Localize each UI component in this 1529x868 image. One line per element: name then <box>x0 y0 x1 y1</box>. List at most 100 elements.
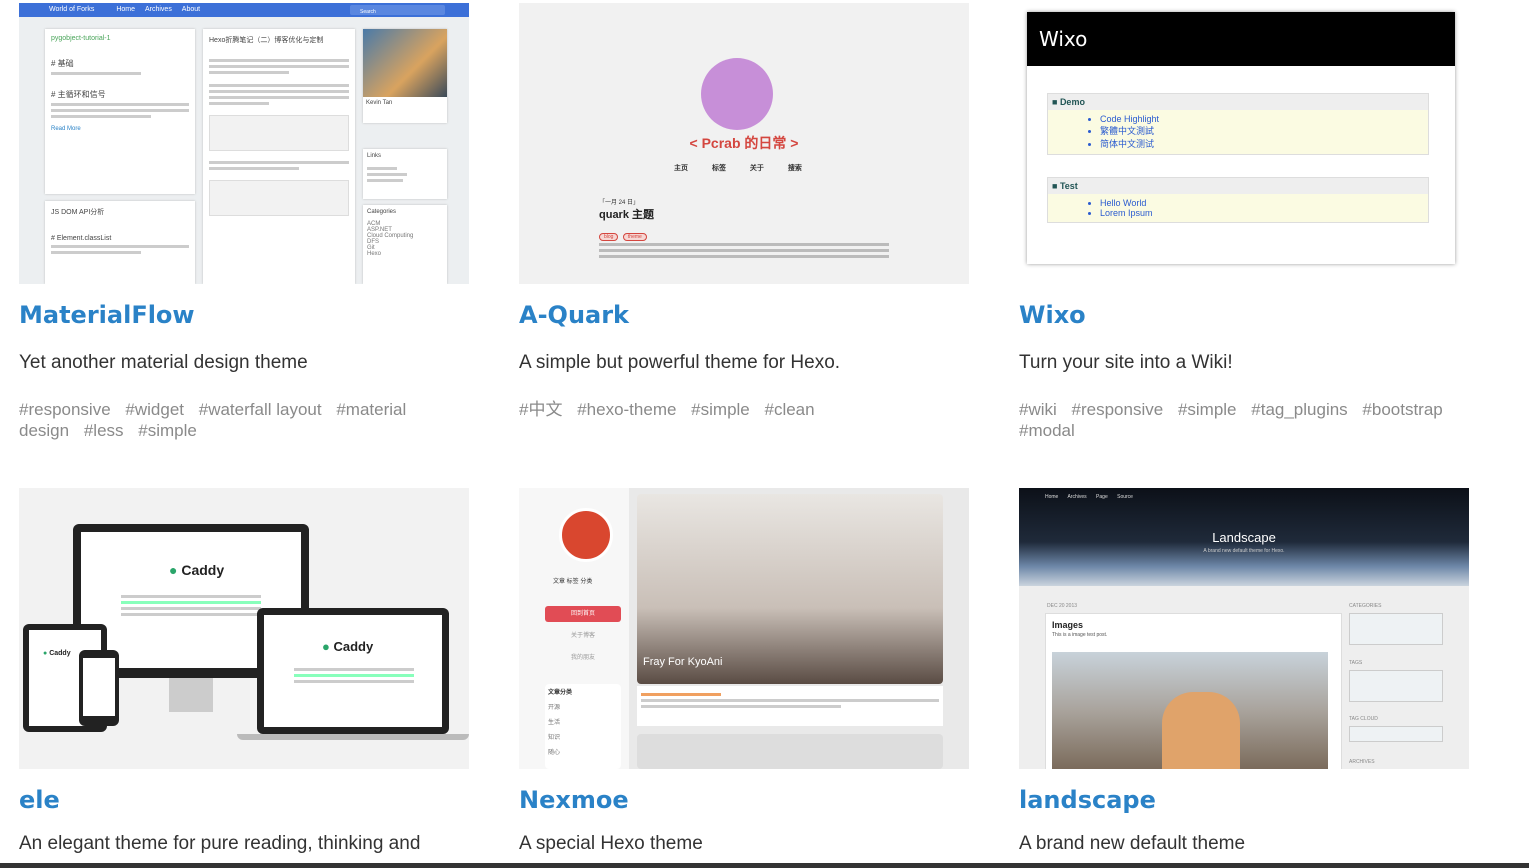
page-bottom-edge <box>0 863 1529 868</box>
theme-title-link[interactable]: landscape <box>1019 786 1156 814</box>
preview-image-caption: Fray For KyoAni <box>643 656 723 668</box>
preview-widget <box>1349 726 1443 742</box>
folder-icon: ■ <box>1052 97 1060 107</box>
theme-preview-image[interactable]: ● Caddy ● Caddy ● Caddy <box>19 488 469 769</box>
preview-post-excerpt <box>637 686 943 726</box>
preview-category-widget: 文章分类 开源 生活 知识 随心 <box>545 684 621 769</box>
tag-link[interactable]: #less <box>84 421 124 440</box>
preview-list-item: Lorem Ipsum <box>1100 208 1428 218</box>
preview-links-widget: Links <box>363 149 447 199</box>
tag-link[interactable]: #hexo-theme <box>577 400 676 419</box>
preview-list-item: Hello World <box>1100 198 1428 208</box>
preview-post-title: JS DOM API分析 <box>51 209 105 216</box>
theme-card-materialflow: World of Forks Home Archives About Searc… <box>19 3 469 440</box>
tag-link[interactable]: #widget <box>125 400 184 419</box>
preview-widget <box>1349 613 1443 645</box>
monitor-stand <box>169 678 213 712</box>
theme-preview-image[interactable]: Home Archives Page Source Landscape A br… <box>1019 488 1469 769</box>
theme-title-link[interactable]: A-Quark <box>519 301 629 329</box>
preview-nav: 主页 标签 关于 搜索 <box>674 165 802 172</box>
preview-post-title: pygobject-tutorial-1 <box>51 35 111 42</box>
tag-link[interactable]: #wiki <box>1019 400 1057 419</box>
laptop-base <box>237 734 469 740</box>
theme-preview-image[interactable]: World of Forks Home Archives About Searc… <box>19 3 469 284</box>
tag-link[interactable]: #bootstrap <box>1362 400 1442 419</box>
theme-tags: #responsive #widget #waterfall layout #m… <box>19 399 469 441</box>
preview-post-card: pygobject-tutorial-1 # 基础 # 主循环和信号 Read … <box>45 29 195 194</box>
theme-card-a-quark: < Pcrab 的日常 > 主页 标签 关于 搜索 「一月 24 日」 quar… <box>519 3 969 419</box>
anime-artwork-image: Fray For KyoAni <box>637 494 943 684</box>
preview-search-box: Search <box>350 5 445 15</box>
tag-link[interactable]: #clean <box>765 400 815 419</box>
tag-link[interactable]: #simple <box>1178 400 1237 419</box>
preview-sidebar: 文章 标签 分类 回到首页 关于博客 我的朋友 文章分类 开源 生活 知识 随心 <box>519 488 629 769</box>
preview-author-card: Kevin Tan <box>363 29 447 123</box>
preview-read-more: Read More <box>51 126 81 132</box>
preview-list-item: 繁體中文測試 <box>1100 124 1428 137</box>
tag-link[interactable]: #中文 <box>519 400 562 419</box>
theme-description: An elegant theme for pure reading, think… <box>19 833 421 854</box>
crab-mascot-image <box>701 58 773 130</box>
theme-tags: #wiki #responsive #simple #tag_plugins #… <box>1019 399 1469 441</box>
theme-preview-image[interactable]: Wixo ■ Demo Code Highlight 繁體中文測試 简体中文测试… <box>1019 3 1469 284</box>
preview-brand: Wixo <box>1027 12 1455 66</box>
theme-title-link[interactable]: Nexmoe <box>519 786 629 814</box>
preview-date: 「一月 24 日」 <box>599 200 640 206</box>
preview-categories-widget: Categories ACM ASP.NET Cloud Computing D… <box>363 205 447 284</box>
theme-tags: #中文 #hexo-theme #simple #clean <box>519 399 969 420</box>
preview-site-name: World of Forks <box>49 6 95 13</box>
preview-subtitle: A brand new default theme for Hexo. <box>1203 548 1285 554</box>
preview-demo-box: ■ Demo Code Highlight 繁體中文測試 简体中文测试 <box>1047 93 1429 155</box>
cat-photo-image <box>1052 652 1328 769</box>
preview-heading: # 主循环和信号 <box>51 90 106 99</box>
laptop-image: ● Caddy <box>257 608 449 734</box>
theme-description: A special Hexo theme <box>519 833 703 854</box>
preview-test-box: ■ Test Hello World Lorem Ipsum <box>1047 177 1429 223</box>
preview-menu-item: 关于博客 <box>570 633 595 639</box>
preview-list-item: 简体中文测试 <box>1100 137 1428 150</box>
preview-nav-home: Home <box>116 6 136 13</box>
preview-post-card: Hexo折腾笔记（二）博客优化与定制 <box>203 29 355 284</box>
preview-heading: # Element.classList <box>51 235 112 242</box>
theme-preview-image[interactable]: < Pcrab 的日常 > 主页 标签 关于 搜索 「一月 24 日」 quar… <box>519 3 969 284</box>
theme-description: A brand new default theme <box>1019 833 1246 854</box>
preview-post-card: JS DOM API分析 # Element.classList <box>45 201 195 284</box>
preview-next-post <box>637 734 943 769</box>
preview-site-title: Landscape <box>1212 530 1276 545</box>
preview-nav-archives: Archives <box>144 6 172 13</box>
preview-site-title: < Pcrab 的日常 > <box>689 135 799 151</box>
preview-heading: # 基础 <box>51 59 74 68</box>
theme-preview-image[interactable]: 文章 标签 分类 回到首页 关于博客 我的朋友 文章分类 开源 生活 知识 随心… <box>519 488 969 769</box>
theme-description: Yet another material design theme <box>19 352 308 373</box>
preview-menu-item: 回到首页 <box>545 606 621 622</box>
preview-author-name: Kevin Tan <box>366 100 393 106</box>
preview-post: Images This is a image test post. <box>1045 613 1342 769</box>
phone-image <box>79 650 119 726</box>
theme-title-link[interactable]: ele <box>19 786 60 814</box>
theme-card-ele: ● Caddy ● Caddy ● Caddy ele An elegant t… <box>19 488 469 854</box>
preview-widget <box>1349 670 1443 702</box>
theme-description: A simple but powerful theme for Hexo. <box>519 352 841 373</box>
preview-date: DEC 20 2013 <box>1047 603 1078 609</box>
tag-link[interactable]: #responsive <box>19 400 111 419</box>
preview-post-title: quark 主题 <box>599 209 655 221</box>
theme-title-link[interactable]: Wixo <box>1019 301 1086 329</box>
tag-link[interactable]: #modal <box>1019 421 1075 440</box>
preview-menu-item: 我的朋友 <box>570 655 595 661</box>
theme-title-link[interactable]: MaterialFlow <box>19 301 195 329</box>
tag-link[interactable]: #responsive <box>1072 400 1164 419</box>
robot-image <box>363 29 447 97</box>
preview-stats: 文章 标签 分类 <box>553 579 593 585</box>
preview-post-title: Hexo折腾笔记（二）博客优化与定制 <box>209 37 324 44</box>
preview-list-item: Code Highlight <box>1100 114 1428 124</box>
folder-icon: ■ <box>1052 181 1060 191</box>
theme-description: Turn your site into a Wiki! <box>1019 352 1233 373</box>
theme-card-landscape: Home Archives Page Source Landscape A br… <box>1019 488 1469 854</box>
preview-banner: Home Archives Page Source Landscape A br… <box>1019 488 1469 586</box>
tag-link[interactable]: #simple <box>691 400 750 419</box>
tag-link[interactable]: #waterfall layout <box>199 400 322 419</box>
tag-link[interactable]: #tag_plugins <box>1251 400 1347 419</box>
avatar <box>559 508 613 562</box>
tag-link[interactable]: #simple <box>138 421 197 440</box>
preview-nav-about: About <box>181 6 201 13</box>
